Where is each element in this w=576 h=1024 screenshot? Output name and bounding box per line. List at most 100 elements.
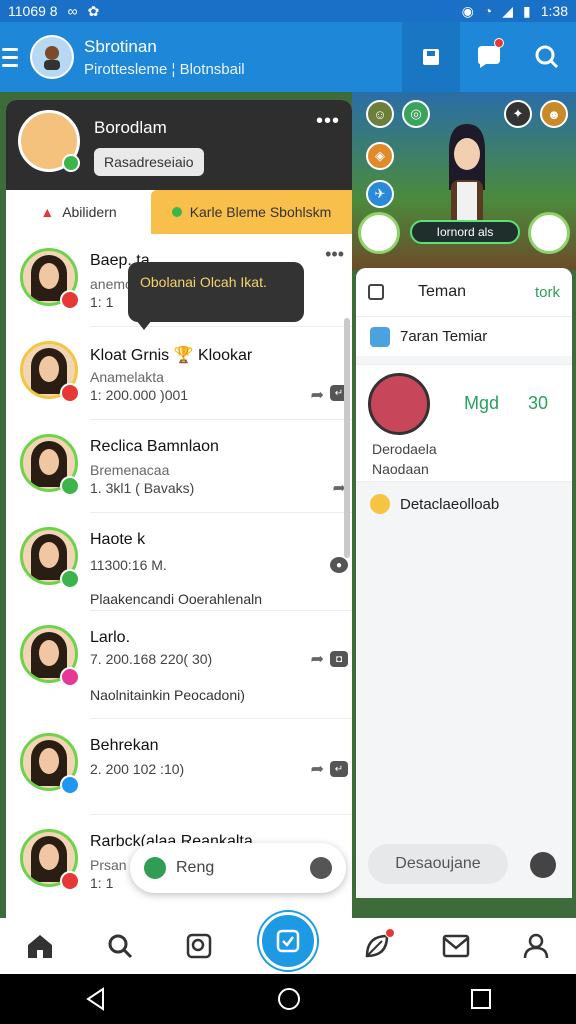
chat-row[interactable]: Behrekan 2. 200 102 :10) ➦ ↵ xyxy=(20,719,352,815)
tab-all-label: Abilidern xyxy=(62,204,117,220)
header-avatar[interactable] xyxy=(30,35,74,79)
collapse-icon[interactable] xyxy=(368,284,384,300)
chat-name: Kloat Grnis 🏆 Klookar xyxy=(90,347,253,364)
game-slot-icon[interactable]: ☻ xyxy=(540,100,568,128)
game-scene: ☺ ◎ ✦ ☻ ◈ ✈ Iornord als xyxy=(352,92,576,270)
chat-subtitle: Bremenacaa xyxy=(90,462,170,478)
home-circle-icon[interactable] xyxy=(276,986,302,1012)
camera-icon[interactable]: ◘ xyxy=(330,651,348,667)
friend-stat: Mgd xyxy=(464,393,500,413)
nav-inbox[interactable] xyxy=(436,926,476,966)
tab-groups-label: Karle Bleme Sbohlskm xyxy=(189,204,332,220)
app-header: Sbrotinan Pirottesleme ¦ Blotnsbail xyxy=(0,22,576,92)
nav-explore[interactable] xyxy=(179,926,219,966)
friends-item[interactable]: 7aran Temiar xyxy=(356,316,572,356)
chat-subtitle: Anamelakta xyxy=(90,369,164,385)
friends-item-label: Detaclaeolloab xyxy=(400,495,500,513)
chat-meta: 2. 200 102 :10) xyxy=(90,761,185,777)
emoji-icon xyxy=(370,494,390,514)
chat-row[interactable]: Larlo. 7. 200.168 220( 30) ➦ ◘ Naolnitai… xyxy=(20,611,352,719)
share-icon[interactable]: ➦ xyxy=(311,759,324,779)
status-badge xyxy=(60,383,80,403)
friends-action-link[interactable]: tork xyxy=(535,284,560,301)
chat-search-placeholder: Reng xyxy=(176,859,215,876)
player-right-avatar[interactable] xyxy=(528,212,570,254)
nav-profile[interactable] xyxy=(516,926,556,966)
share-icon[interactable]: ➦ xyxy=(311,385,324,405)
search-button[interactable] xyxy=(518,22,576,92)
status-badge xyxy=(60,290,80,310)
chat-tooltip: Obolanai Olcah Ikat. xyxy=(128,262,304,330)
trophy-icon: 🏆 xyxy=(173,347,194,364)
chat-meta: 1. 3kl1 ( Bavaks) xyxy=(90,480,195,496)
record-icon[interactable]: ● xyxy=(330,557,348,573)
friends-item[interactable]: Detaclaeolloab xyxy=(356,482,572,526)
game-slot-icon[interactable]: ☺ xyxy=(366,100,394,128)
tab-all[interactable]: ▲ Abilidern xyxy=(6,190,151,234)
nav-feed[interactable] xyxy=(357,926,397,966)
menu-button[interactable] xyxy=(0,22,28,92)
mic-icon[interactable] xyxy=(310,857,332,879)
person-icon xyxy=(523,933,549,959)
game-slot-icon[interactable]: ✈ xyxy=(366,180,394,208)
player-left-avatar[interactable] xyxy=(358,212,400,254)
chat-tabs: ▲ Abilidern Karle Bleme Sbohlskm xyxy=(6,190,352,234)
game-slot-icon[interactable]: ◎ xyxy=(402,100,430,128)
friend-card[interactable]: Mgd 30 Derodaela Naodaan xyxy=(356,364,572,482)
chat-meta: 1: 1 xyxy=(90,875,114,891)
game-slot-icon[interactable]: ◈ xyxy=(366,142,394,170)
system-nav xyxy=(0,974,576,1024)
game-tag: Iornord als xyxy=(410,220,520,244)
status-badge xyxy=(60,775,80,795)
notification-dot xyxy=(494,38,504,48)
save-button[interactable] xyxy=(402,22,460,92)
nav-search[interactable] xyxy=(100,926,140,966)
friends-search-input[interactable]: Desaoujane xyxy=(368,844,508,884)
chat-name: Reclica Bamnlaon xyxy=(90,438,219,455)
chat-panel: Borodlam Rasadreseiaio ••• ▲ Abilidern K… xyxy=(6,100,352,918)
status-time: 11069 8 xyxy=(8,3,58,19)
chat-meta: 11300:16 M. xyxy=(90,557,167,573)
check-icon xyxy=(276,929,300,953)
friend-name: Derodaela xyxy=(372,441,437,457)
chat-row[interactable]: Kloat Grnis 🏆 Klookar Anamelakta 1: 200.… xyxy=(20,327,352,420)
app-subtitle: Pirottesleme ¦ Blotnsbail xyxy=(84,60,245,78)
globe-icon xyxy=(144,857,166,879)
chat-row[interactable]: Reclica Bamnlaon Bremenacaa 1. 3kl1 ( Ba… xyxy=(20,420,352,513)
bug-icon: ✿ xyxy=(87,2,100,19)
status-badge xyxy=(60,476,80,496)
signal-icon: ◢ xyxy=(502,2,514,19)
profile-avatar[interactable] xyxy=(18,110,80,172)
chat-more-button[interactable]: ••• xyxy=(325,244,344,265)
battery-icon: ▮ xyxy=(523,2,531,19)
share-icon[interactable]: ➦ xyxy=(311,649,324,669)
chat-name: Larlo. xyxy=(90,629,131,646)
status-clock: 1:38 xyxy=(540,3,568,19)
chat-meta: 7. 200.168 220( 30) xyxy=(90,651,213,667)
back-icon[interactable] xyxy=(83,986,109,1012)
game-slot-icon[interactable]: ✦ xyxy=(504,100,532,128)
recents-icon[interactable] xyxy=(469,987,493,1011)
flame-icon: ▲ xyxy=(40,204,55,220)
notifications-button[interactable] xyxy=(460,22,518,92)
chat-row[interactable]: Haote k 11300:16 M. ● Plaakencandi Ooera… xyxy=(20,513,352,611)
home-icon xyxy=(27,935,52,958)
link-icon: ∞ xyxy=(67,3,78,19)
friends-item-label: 7aran Temiar xyxy=(400,328,488,345)
chat-search-bar[interactable]: Reng xyxy=(130,843,346,893)
reply-icon[interactable]: ↵ xyxy=(330,761,348,777)
chat-preview: Naolnitainkin Peocadoni) xyxy=(90,687,245,703)
friend-stat-value: 30 xyxy=(528,393,549,413)
scrollbar[interactable] xyxy=(344,318,350,558)
chat-meta: 1: 1 xyxy=(90,294,114,310)
nav-main-button[interactable] xyxy=(258,912,317,970)
online-badge xyxy=(62,154,80,172)
mic-icon[interactable] xyxy=(530,852,556,878)
tab-groups[interactable]: Karle Bleme Sbohlskm xyxy=(151,190,352,234)
nav-home[interactable] xyxy=(20,926,60,966)
inbox-icon xyxy=(443,934,470,958)
chat-subtitle: Prsan xyxy=(90,857,127,873)
profile-more-button[interactable]: ••• xyxy=(316,110,340,180)
tab-dot xyxy=(171,207,182,217)
profile-status-pill[interactable]: Rasadreseiaio xyxy=(94,148,204,176)
